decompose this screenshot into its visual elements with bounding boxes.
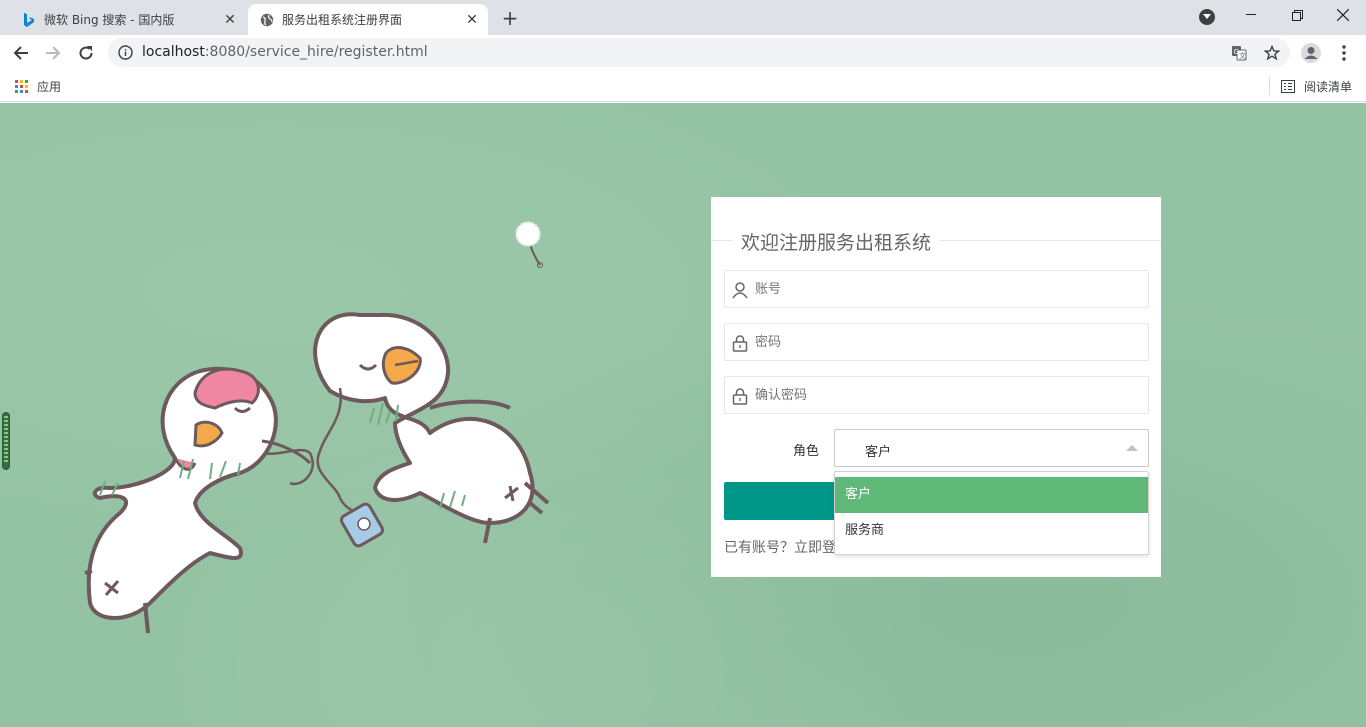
- forward-button[interactable]: [38, 38, 68, 68]
- info-icon[interactable]: [118, 45, 133, 64]
- reading-list-button[interactable]: 阅读清单: [1280, 78, 1352, 95]
- close-tab-icon[interactable]: ✕: [462, 10, 482, 30]
- browser-toolbar: localhost:8080/service_hire/register.htm…: [0, 35, 1366, 71]
- apps-grid-icon: [15, 80, 28, 93]
- role-select[interactable]: 客户: [834, 429, 1149, 467]
- page-viewport: 欢迎注册服务出租系统 角色 客户 已有账号？立即登: [0, 103, 1366, 727]
- address-bar[interactable]: localhost:8080/service_hire/register.htm…: [108, 38, 1290, 67]
- login-link[interactable]: 已有账号？立即登: [724, 537, 836, 557]
- minimize-button[interactable]: [1228, 0, 1274, 30]
- apps-shortcut[interactable]: 应用: [15, 78, 61, 95]
- role-option-provider[interactable]: 服务商: [835, 513, 1148, 549]
- translate-icon[interactable]: G文: [1230, 44, 1248, 62]
- menu-kebab-icon[interactable]: [1331, 40, 1357, 66]
- restore-button[interactable]: [1274, 0, 1320, 30]
- register-heading: 欢迎注册服务出租系统: [733, 228, 940, 255]
- tab-strip: 微软 Bing 搜索 - 国内版 ✕ 服务出租系统注册界面 ✕ +: [0, 0, 1366, 35]
- globe-icon: [260, 13, 274, 27]
- account-input[interactable]: [755, 271, 1135, 307]
- profile-avatar-icon[interactable]: [1298, 40, 1324, 66]
- reload-button[interactable]: [71, 38, 101, 68]
- left-duck: [84, 366, 312, 634]
- account-field[interactable]: [724, 270, 1149, 308]
- role-dropdown: 客户 服务商: [834, 471, 1149, 555]
- tab-register[interactable]: 服务出租系统注册界面 ✕: [248, 4, 488, 35]
- role-selected-value: 客户: [865, 445, 892, 460]
- url-text: localhost:8080/service_hire/register.htm…: [142, 44, 428, 60]
- bookmarks-bar: 应用 阅读清单: [0, 71, 1366, 102]
- svg-text:文: 文: [1239, 51, 1246, 60]
- register-panel: 欢迎注册服务出租系统 角色 客户 已有账号？立即登: [711, 197, 1161, 577]
- reading-list-label: 阅读清单: [1303, 80, 1352, 94]
- back-button[interactable]: [6, 38, 36, 68]
- bing-icon: [22, 12, 36, 27]
- password-field[interactable]: [724, 323, 1149, 361]
- bookmarks-divider: [1269, 77, 1270, 95]
- close-window-button[interactable]: [1320, 0, 1366, 30]
- confirm-password-input[interactable]: [755, 377, 1135, 413]
- close-tab-icon[interactable]: ✕: [220, 10, 240, 30]
- dandelion: [515, 221, 543, 268]
- tab-title: 服务出租系统注册界面: [282, 13, 403, 27]
- role-option-customer[interactable]: 客户: [835, 477, 1148, 513]
- password-input[interactable]: [755, 324, 1135, 360]
- user-icon: [731, 281, 749, 299]
- bookmark-star-icon[interactable]: [1263, 44, 1281, 62]
- lock-icon: [731, 387, 749, 405]
- tab-bing[interactable]: 微软 Bing 搜索 - 国内版 ✕: [8, 4, 246, 35]
- role-label: 角色: [792, 444, 819, 459]
- apps-label: 应用: [37, 80, 62, 94]
- reading-list-icon: [1280, 80, 1295, 93]
- tab-title: 微软 Bing 搜索 - 国内版: [44, 13, 175, 27]
- tab-search-icon[interactable]: [1199, 9, 1215, 25]
- new-tab-button[interactable]: +: [498, 6, 522, 30]
- caret-up-icon: [1126, 445, 1138, 451]
- confirm-password-field[interactable]: [724, 376, 1149, 414]
- lock-icon: [731, 334, 749, 352]
- ducks-illustration: [84, 221, 550, 634]
